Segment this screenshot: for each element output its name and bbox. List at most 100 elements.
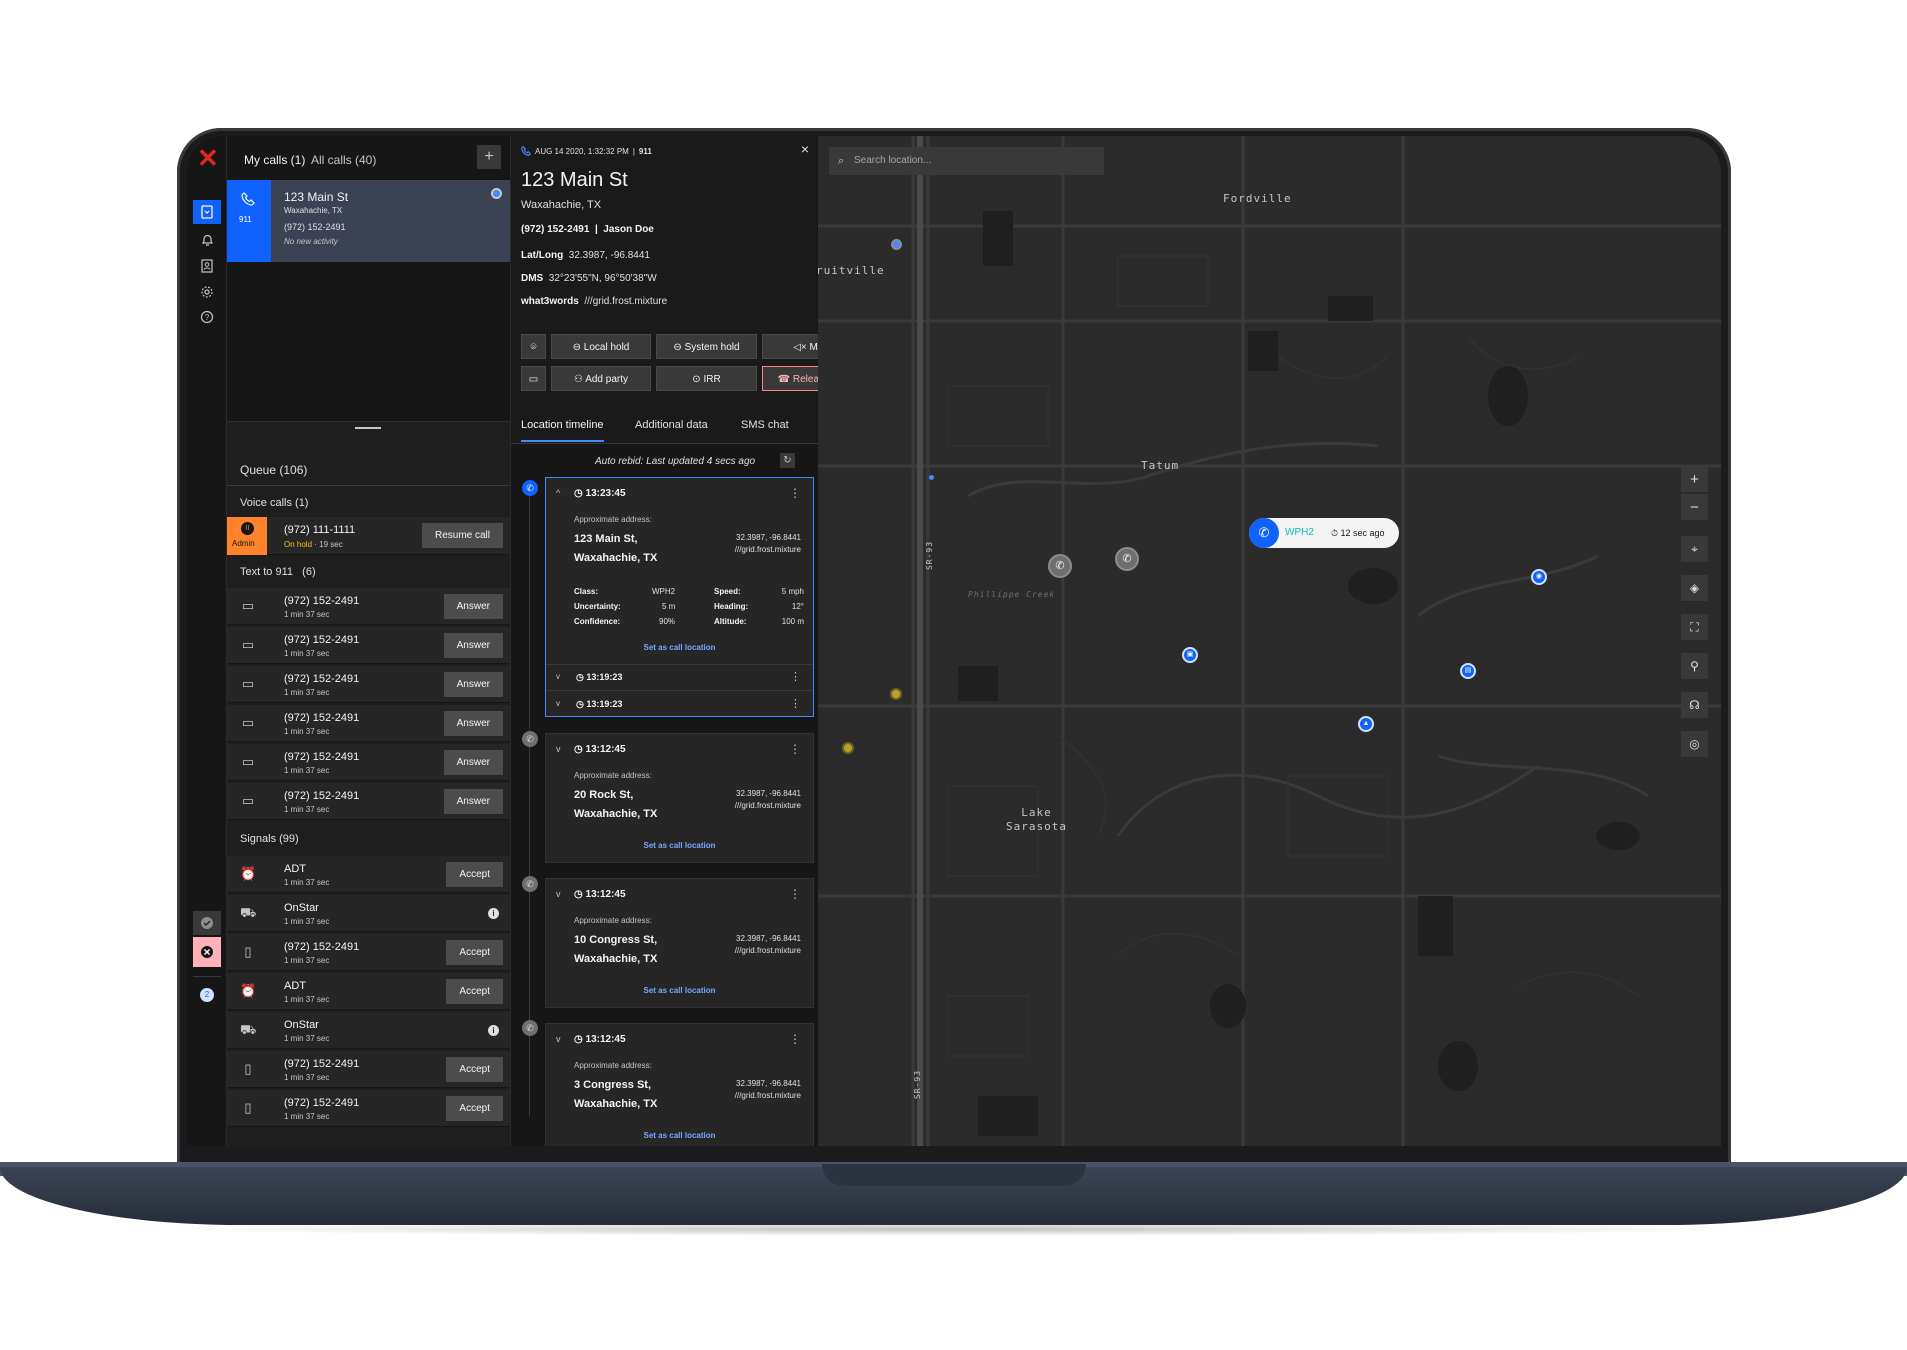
accept-button[interactable]: Accept	[446, 1057, 503, 1082]
text-call-row[interactable]: ▭ (972) 152-2491 1 min 37 sec Answer	[227, 627, 510, 664]
text-call-row[interactable]: ▭ (972) 152-2491 1 min 37 sec Answer	[227, 705, 510, 742]
layers-icon[interactable]: ◈	[1681, 575, 1708, 602]
add-call-button[interactable]: +	[477, 145, 501, 169]
available-status-icon[interactable]	[193, 911, 221, 935]
signal-row[interactable]: ⛟ OnStar 1 min 37 sec i	[227, 895, 510, 932]
system-hold-button[interactable]: ⊖ System hold	[656, 334, 757, 359]
accept-button[interactable]: Accept	[446, 940, 503, 965]
text-call-row[interactable]: ▭ (972) 152-2491 1 min 37 sec Answer	[227, 588, 510, 625]
resize-handle[interactable]	[355, 427, 381, 429]
accept-button[interactable]: Accept	[446, 979, 503, 1004]
refresh-icon[interactable]: ↻	[780, 453, 795, 468]
settings-gear-icon[interactable]	[193, 280, 221, 304]
text-call-row[interactable]: ▭ (972) 152-2491 1 min 37 sec Answer	[227, 783, 510, 820]
help-icon[interactable]: ?	[193, 305, 221, 329]
headset-icon[interactable]: ☊	[1681, 692, 1708, 719]
location-card[interactable]: v ◷ 13:12:45 ⋮ Approximate address: 20 R…	[545, 733, 814, 863]
set-call-location-link[interactable]: Set as call location	[546, 1131, 813, 1140]
alarm-icon: ⏰	[240, 866, 257, 881]
chevron-down-icon[interactable]: v	[556, 889, 561, 899]
tab-sms-chat[interactable]: SMS chat	[741, 419, 789, 431]
location-card[interactable]: v ◷ 13:12:45 ⋮ Approximate address: 3 Co…	[545, 1023, 814, 1146]
signal-row[interactable]: ⛟ OnStar 1 min 37 sec i	[227, 1012, 510, 1049]
zoom-out-button[interactable]: −	[1681, 494, 1708, 521]
bell-icon[interactable]	[193, 228, 221, 252]
overflow-menu-icon[interactable]: ⋮	[789, 1032, 801, 1046]
set-call-location-link[interactable]: Set as call location	[546, 643, 813, 652]
search-location-input[interactable]: Search location...	[829, 147, 1104, 175]
map-point-blue[interactable]	[891, 239, 902, 250]
answer-button[interactable]: Answer	[443, 750, 503, 775]
answer-button[interactable]: Answer	[443, 672, 503, 697]
close-icon[interactable]: ×	[801, 141, 809, 157]
location-callout[interactable]: ✆ WPH2 ⏱ 12 sec ago	[1249, 518, 1399, 548]
my-calls-empty-area	[227, 262, 510, 422]
answer-button[interactable]: Answer	[443, 711, 503, 736]
signal-row[interactable]: ▯ (972) 152-2491 1 min 37 sec Accept	[227, 934, 510, 971]
fullscreen-icon[interactable]: ⛶	[1681, 614, 1708, 641]
chevron-up-icon[interactable]: ^	[556, 488, 560, 498]
video-button[interactable]: ▭	[521, 366, 546, 391]
active-call-card[interactable]: 911 123 Main St Waxahachie, TX (972) 152…	[227, 180, 510, 262]
tab-location-timeline[interactable]: Location timeline	[521, 419, 604, 442]
signal-time: 1 min 37 sec	[284, 1112, 330, 1121]
text-call-row[interactable]: ▭ (972) 152-2491 1 min 37 sec Answer	[227, 744, 510, 781]
notification-count-badge[interactable]: 2	[200, 988, 214, 1002]
overflow-menu-icon[interactable]: ⋮	[790, 697, 801, 710]
route-icon[interactable]: ⚲	[1681, 653, 1708, 680]
contacts-book-icon[interactable]	[193, 254, 221, 278]
add-party-button[interactable]: ⚇ Add party	[551, 366, 651, 391]
call-detail-panel: AUG 14 2020, 1:32:32 PM | 911 × 123 Main…	[510, 136, 863, 1146]
map-point-yellow[interactable]	[890, 688, 902, 700]
set-call-location-link[interactable]: Set as call location	[546, 841, 813, 850]
location-card-selected[interactable]: ^ ◷ 13:23:45 ⋮ Approximate address: 123 …	[545, 477, 814, 717]
chevron-down-icon[interactable]: v	[556, 744, 561, 754]
overflow-menu-icon[interactable]: ⋮	[789, 887, 801, 901]
tab-all-calls[interactable]: All calls (40)	[311, 153, 376, 167]
map-point-small[interactable]	[929, 475, 934, 480]
answer-button[interactable]: Answer	[443, 594, 503, 619]
voice-call-row[interactable]: II Admin (972) 111-1111 On hold · 19 sec…	[227, 517, 510, 555]
signal-row[interactable]: ⏰ ADT 1 min 37 sec Accept	[227, 856, 510, 893]
map-point-yellow[interactable]	[842, 742, 854, 754]
chevron-down-icon[interactable]: v	[556, 699, 560, 708]
resume-call-button[interactable]: Resume call	[421, 523, 503, 548]
info-icon[interactable]: i	[488, 1025, 499, 1036]
vehicle-pin-icon[interactable]: ▣	[1182, 647, 1198, 663]
set-call-location-link[interactable]: Set as call location	[546, 986, 813, 995]
local-hold-button[interactable]: ⊖ Local hold	[551, 334, 651, 359]
location-pin-button[interactable]: ⌾	[521, 334, 546, 359]
signal-row[interactable]: ▯ (972) 152-2491 1 min 37 sec Accept	[227, 1051, 510, 1088]
zoom-in-button[interactable]: +	[1681, 466, 1708, 493]
answer-button[interactable]: Answer	[443, 633, 503, 658]
alarm-pin-icon[interactable]: ▲	[1358, 716, 1374, 732]
chevron-down-icon[interactable]: v	[556, 672, 560, 681]
info-icon[interactable]: i	[488, 908, 499, 919]
map-pin-tool-icon[interactable]: ⌖	[1681, 536, 1708, 563]
accept-button[interactable]: Accept	[446, 1096, 503, 1121]
target-icon[interactable]: ◎	[1681, 731, 1708, 758]
signal-pin-icon[interactable]: ◉	[1531, 569, 1547, 585]
overflow-menu-icon[interactable]: ⋮	[789, 486, 801, 500]
chevron-down-icon[interactable]: v	[556, 1034, 561, 1044]
map-view[interactable]: Search location... ⌕ Fordville ruitville…	[818, 136, 1721, 1146]
text-call-row[interactable]: ▭ (972) 152-2491 1 min 37 sec Answer	[227, 666, 510, 703]
overflow-menu-icon[interactable]: ⋮	[790, 670, 801, 683]
accept-button[interactable]: Accept	[446, 862, 503, 887]
chat-icon: ▭	[241, 598, 255, 613]
chat-pin-icon[interactable]: ▤	[1460, 663, 1476, 679]
overflow-menu-icon[interactable]: ⋮	[789, 742, 801, 756]
tab-my-calls[interactable]: My calls (1)	[244, 153, 305, 167]
signal-row[interactable]: ⏰ ADT 1 min 37 sec Accept	[227, 973, 510, 1010]
calls-nav-icon[interactable]	[193, 200, 221, 224]
signal-row[interactable]: ▯ (972) 152-2491 1 min 37 sec Accept	[227, 1090, 510, 1127]
phone-pin-icon[interactable]: ✆	[1115, 547, 1139, 571]
tab-additional-data[interactable]: Additional data	[635, 419, 708, 431]
mobile-icon: ▯	[244, 1061, 252, 1076]
location-card[interactable]: v ◷ 13:12:45 ⋮ Approximate address: 10 C…	[545, 878, 814, 1008]
unavailable-status-icon[interactable]	[193, 937, 221, 967]
phone-pin-icon[interactable]: ✆	[1048, 554, 1072, 578]
answer-button[interactable]: Answer	[443, 789, 503, 814]
irr-button[interactable]: ⊙ IRR	[656, 366, 757, 391]
call-selected-radio[interactable]	[491, 188, 502, 199]
